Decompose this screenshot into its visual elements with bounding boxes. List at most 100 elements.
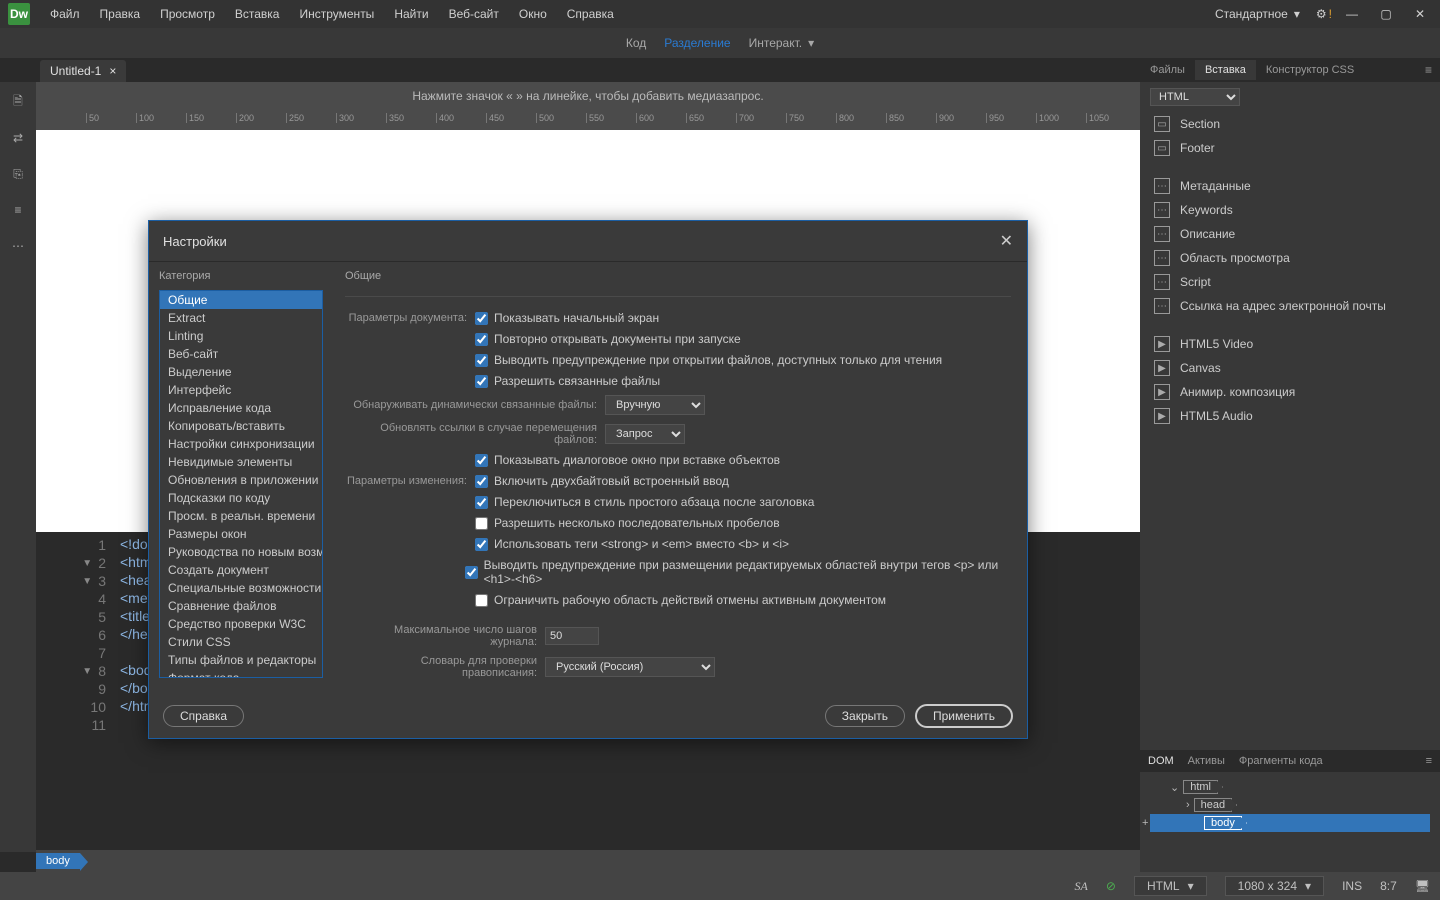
insert-item[interactable]: ⋯Keywords	[1148, 198, 1432, 222]
category-item[interactable]: Обновления в приложении	[160, 471, 322, 489]
category-item[interactable]: Extract	[160, 309, 322, 327]
insert-item[interactable]: ⋯Ссылка на адрес электронной почты	[1148, 294, 1432, 318]
dyn-files-select[interactable]: Вручную	[605, 395, 705, 415]
category-item[interactable]: Средство проверки W3C	[160, 615, 322, 633]
dom-node-body[interactable]: +body	[1150, 814, 1430, 832]
add-node-icon[interactable]: +	[1142, 817, 1148, 829]
more-icon[interactable]: ⋯	[8, 236, 28, 256]
document-tab[interactable]: Untitled-1 ×	[40, 60, 126, 82]
insert-item[interactable]: ⋯Метаданные	[1148, 174, 1432, 198]
horizontal-ruler: 5010015020025030035040045050055060065070…	[36, 110, 1140, 130]
insert-item[interactable]: ⋯Область просмотра	[1148, 246, 1432, 270]
category-item[interactable]: Подсказки по коду	[160, 489, 322, 507]
cb-readonly-warn[interactable]	[475, 354, 488, 367]
tab-files[interactable]: Файлы	[1140, 60, 1195, 80]
sync-settings-icon[interactable]: ⚙!	[1316, 7, 1332, 21]
preview-icon[interactable]: 🖥	[1415, 879, 1430, 893]
tab-assets[interactable]: Активы	[1188, 755, 1225, 767]
cb-insert-dialog[interactable]	[475, 454, 488, 467]
apply-button[interactable]: Применить	[915, 704, 1013, 728]
inspect-icon[interactable]: ⎘	[8, 164, 28, 184]
arrows-icon[interactable]: ⇄	[8, 128, 28, 148]
tab-snippets[interactable]: Фрагменты кода	[1239, 755, 1323, 767]
dimensions-display[interactable]: 1080 x 324▾	[1225, 876, 1324, 896]
close-button[interactable]: Закрыть	[825, 705, 905, 727]
category-item[interactable]: Linting	[160, 327, 322, 345]
category-item[interactable]: Просм. в реальн. времени	[160, 507, 322, 525]
category-item[interactable]: Сравнение файлов	[160, 597, 322, 615]
category-item[interactable]: Общие	[160, 291, 322, 309]
category-item[interactable]: Стили CSS	[160, 633, 322, 651]
menu-Файл[interactable]: Файл	[40, 0, 90, 28]
dictionary-select[interactable]: Русский (Россия)	[545, 657, 715, 677]
panel-menu-icon[interactable]: ≡	[1426, 755, 1432, 767]
cb-editable-warn[interactable]	[465, 566, 478, 579]
insert-item[interactable]: ▶Анимир. композиция	[1148, 380, 1432, 404]
dom-node-head[interactable]: ›head	[1150, 796, 1430, 814]
menu-Инструменты[interactable]: Инструменты	[289, 0, 384, 28]
menu-Найти[interactable]: Найти	[384, 0, 438, 28]
cb-doublebyte[interactable]	[475, 475, 488, 488]
maximize-button[interactable]: ▢	[1372, 3, 1400, 25]
tag-chip-body[interactable]: body	[36, 853, 80, 869]
minimize-button[interactable]: —	[1338, 3, 1366, 25]
menu-Правка[interactable]: Правка	[90, 0, 151, 28]
category-item[interactable]: Копировать/вставить	[160, 417, 322, 435]
insert-item[interactable]: ▶HTML5 Audio	[1148, 404, 1432, 428]
insert-item[interactable]: ▶Canvas	[1148, 356, 1432, 380]
help-button[interactable]: Справка	[163, 705, 244, 727]
category-item[interactable]: Веб-сайт	[160, 345, 322, 363]
dom-panel-tabs: DOM Активы Фрагменты кода ≡	[1140, 750, 1440, 772]
lines-icon[interactable]: ≡	[8, 200, 28, 220]
insert-item[interactable]: ▶HTML5 Video	[1148, 332, 1432, 356]
insert-item[interactable]: ⋯Script	[1148, 270, 1432, 294]
menu-Вставка[interactable]: Вставка	[225, 0, 290, 28]
category-item[interactable]: Размеры окон	[160, 525, 322, 543]
view-code[interactable]: Код	[626, 36, 646, 50]
category-item[interactable]: Типы файлов и редакторы	[160, 651, 322, 669]
category-item[interactable]: Настройки синхронизации	[160, 435, 322, 453]
tab-dom[interactable]: DOM	[1148, 755, 1174, 767]
category-item[interactable]: Создать документ	[160, 561, 322, 579]
cb-limit-undo[interactable]	[475, 594, 488, 607]
dom-tree: ⌄html ›head +body	[1140, 772, 1440, 872]
view-interactive[interactable]: Интеракт.▾	[749, 36, 815, 50]
dialog-close-icon[interactable]: ✕	[1000, 231, 1013, 251]
cb-multi-spaces[interactable]	[475, 517, 488, 530]
tab-close-icon[interactable]: ×	[109, 64, 116, 78]
view-split[interactable]: Разделение	[664, 36, 730, 50]
insert-category-select[interactable]: HTML	[1150, 88, 1240, 106]
category-item[interactable]: Исправление кода	[160, 399, 322, 417]
insert-item[interactable]: ▭Section	[1148, 112, 1432, 136]
cb-strong-em[interactable]	[475, 538, 488, 551]
menu-Просмотр[interactable]: Просмотр	[150, 0, 225, 28]
file-icon[interactable]: 🗎	[8, 92, 28, 112]
category-item[interactable]: Специальные возможности	[160, 579, 322, 597]
category-item[interactable]: Невидимые элементы	[160, 453, 322, 471]
insert-item[interactable]: ▭Footer	[1148, 136, 1432, 160]
left-toolbar: 🗎 ⇄ ⎘ ≡ ⋯	[0, 82, 36, 852]
category-list[interactable]: ОбщиеExtractLintingВеб-сайтВыделениеИнте…	[159, 290, 323, 678]
panel-menu-icon[interactable]: ≡	[1417, 63, 1440, 77]
category-item[interactable]: Выделение	[160, 363, 322, 381]
cb-start-screen[interactable]	[475, 312, 488, 325]
dom-node-html[interactable]: ⌄html	[1150, 778, 1430, 796]
close-window-button[interactable]: ✕	[1406, 3, 1434, 25]
menu-Веб-сайт[interactable]: Веб-сайт	[439, 0, 509, 28]
insert-item[interactable]: ⋯Описание	[1148, 222, 1432, 246]
history-steps-input[interactable]	[545, 627, 599, 645]
cb-related-files[interactable]	[475, 375, 488, 388]
menu-Окно[interactable]: Окно	[509, 0, 557, 28]
category-item[interactable]: Формат кода	[160, 669, 322, 678]
workspace-dropdown[interactable]: Стандартное▾	[1205, 4, 1310, 24]
insert-mode[interactable]: INS	[1342, 879, 1362, 893]
category-item[interactable]: Интерфейс	[160, 381, 322, 399]
category-item[interactable]: Руководства по новым возм	[160, 543, 322, 561]
menu-Справка[interactable]: Справка	[557, 0, 624, 28]
update-links-select[interactable]: Запрос	[605, 424, 685, 444]
cb-paragraph-style[interactable]	[475, 496, 488, 509]
language-selector[interactable]: HTML▾	[1134, 876, 1207, 896]
tab-css[interactable]: Конструктор CSS	[1256, 60, 1364, 80]
tab-insert[interactable]: Вставка	[1195, 60, 1256, 80]
cb-reopen-docs[interactable]	[475, 333, 488, 346]
